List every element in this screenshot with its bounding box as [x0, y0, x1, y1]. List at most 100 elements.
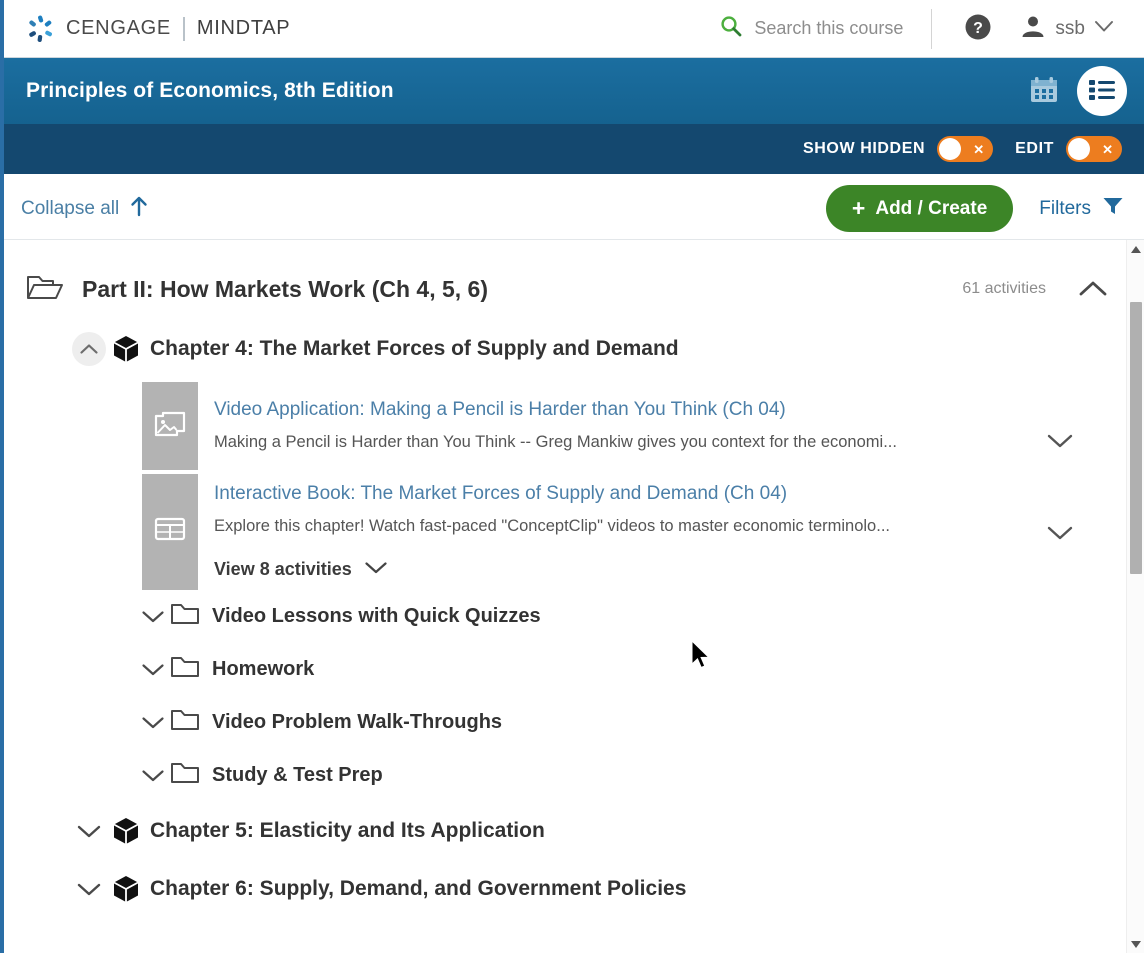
content-scrollbar[interactable] — [1126, 240, 1144, 953]
module-cube-icon — [112, 816, 140, 846]
folder-row[interactable]: Video Problem Walk-Throughs — [4, 696, 1126, 749]
folder-row[interactable]: Study & Test Prep — [4, 749, 1126, 802]
activity-expand-toggle[interactable] — [1046, 524, 1074, 547]
module-cube-icon — [112, 874, 140, 904]
chapter-row-5[interactable]: Chapter 5: Elasticity and Its Applicatio… — [4, 802, 1126, 860]
activity-description: Explore this chapter! Watch fast-paced "… — [214, 517, 1126, 537]
scroll-down-arrow-icon[interactable] — [1127, 935, 1144, 953]
content-scroll-area: Part II: How Markets Work (Ch 4, 5, 6) 6… — [4, 240, 1126, 953]
folder-title: Homework — [212, 658, 314, 681]
chapter-4-title: Chapter 4: The Market Forces of Supply a… — [150, 337, 679, 361]
activity-card-interactive-book[interactable]: Interactive Book: The Market Forces of S… — [142, 474, 1126, 590]
add-create-label: Add / Create — [875, 198, 987, 220]
brand-mindtap: MINDTAP — [197, 17, 290, 40]
show-hidden-toggle[interactable]: SHOW HIDDEN ✕ — [803, 136, 993, 162]
brand-text: CENGAGE MINDTAP — [66, 17, 290, 41]
folder-row[interactable]: Video Lessons with Quick Quizzes — [4, 590, 1126, 643]
chapter-4-collapse-toggle[interactable] — [72, 332, 106, 366]
add-create-button[interactable]: + Add / Create — [826, 185, 1013, 232]
folder-icon — [170, 760, 200, 791]
funnel-icon — [1102, 196, 1124, 221]
list-view-button[interactable] — [1077, 66, 1127, 116]
module-cube-icon — [112, 334, 140, 364]
open-folder-icon — [26, 272, 64, 307]
activity-thumbnail — [142, 382, 198, 470]
view-activities-button[interactable]: View 8 activities — [214, 559, 1126, 580]
folder-title: Study & Test Prep — [212, 764, 383, 787]
page-title: Principles of Economics, 8th Edition — [26, 79, 394, 103]
folder-icon — [170, 707, 200, 738]
folder-expand-toggle[interactable] — [136, 652, 170, 686]
part-title: Part II: How Markets Work (Ch 4, 5, 6) — [82, 276, 488, 303]
folder-expand-toggle[interactable] — [136, 758, 170, 792]
cengage-logo-icon — [26, 14, 56, 44]
activity-title-link[interactable]: Video Application: Making a Pencil is Ha… — [214, 400, 1126, 421]
activity-body: Video Application: Making a Pencil is Ha… — [198, 382, 1126, 470]
help-button[interactable]: ? — [964, 13, 992, 44]
course-title-bar: Principles of Economics, 8th Edition — [4, 58, 1144, 124]
question-mark-circle-icon: ? — [964, 13, 992, 44]
part-activities-count: 61 activities — [962, 280, 1046, 298]
activity-thumbnail — [142, 474, 198, 590]
edit-switch[interactable]: ✕ — [1066, 136, 1122, 162]
folder-expand-toggle[interactable] — [136, 705, 170, 739]
folder-expand-toggle[interactable] — [136, 599, 170, 633]
course-actions — [1029, 66, 1144, 116]
part-row[interactable]: Part II: How Markets Work (Ch 4, 5, 6) 6… — [4, 258, 1126, 320]
brand-divider — [183, 17, 185, 41]
folder-icon — [170, 601, 200, 632]
view-activities-label: View 8 activities — [214, 559, 352, 580]
list-view-icon — [1088, 78, 1116, 105]
user-menu[interactable]: ssb — [1020, 13, 1144, 44]
content-toolbar: Collapse all + Add / Create Filters — [4, 174, 1144, 244]
chapter-row-6[interactable]: Chapter 6: Supply, Demand, and Governmen… — [4, 860, 1126, 918]
activity-description: Making a Pencil is Harder than You Think… — [214, 433, 1126, 453]
edit-label: EDIT — [1015, 140, 1054, 158]
chevron-down-icon — [364, 559, 388, 580]
folder-row[interactable]: Homework — [4, 643, 1126, 696]
toggle-bar: SHOW HIDDEN ✕ EDIT ✕ — [4, 124, 1144, 174]
plus-icon: + — [852, 197, 865, 220]
chapter-6-title: Chapter 6: Supply, Demand, and Governmen… — [150, 877, 686, 901]
filters-button[interactable]: Filters — [1039, 196, 1124, 221]
toolbar-right-group: + Add / Create Filters — [826, 185, 1144, 232]
book-thumbnail-icon — [154, 516, 186, 547]
switch-knob — [1068, 138, 1090, 160]
search-input[interactable]: Search this course — [720, 15, 931, 42]
activity-title-link[interactable]: Interactive Book: The Market Forces of S… — [214, 484, 1126, 505]
search-placeholder-text: Search this course — [754, 18, 903, 39]
avatar-icon — [1020, 13, 1046, 44]
folder-icon — [170, 654, 200, 685]
top-right-group: Search this course ? ssb — [720, 0, 1144, 57]
calendar-button[interactable] — [1029, 76, 1059, 107]
folder-title: Video Lessons with Quick Quizzes — [212, 605, 541, 628]
user-name-label: ssb — [1055, 18, 1085, 40]
scrollbar-thumb[interactable] — [1130, 302, 1142, 574]
scroll-up-arrow-icon[interactable] — [1127, 240, 1144, 258]
close-icon: ✕ — [973, 143, 984, 156]
brand-logo-group[interactable]: CENGAGE MINDTAP — [26, 14, 290, 44]
mindtap-app: CENGAGE MINDTAP Search this course — [0, 0, 1144, 953]
course-content-panel: Part II: How Markets Work (Ch 4, 5, 6) 6… — [4, 239, 1144, 953]
show-hidden-switch[interactable]: ✕ — [937, 136, 993, 162]
calendar-icon — [1029, 76, 1059, 107]
brand-cengage: CENGAGE — [66, 17, 171, 40]
chapter-5-expand-toggle[interactable] — [72, 814, 106, 848]
collapse-all-button[interactable]: Collapse all — [21, 195, 148, 222]
filters-label: Filters — [1039, 198, 1091, 220]
top-divider — [931, 9, 932, 49]
chapter-5-title: Chapter 5: Elasticity and Its Applicatio… — [150, 819, 545, 843]
part-collapse-toggle[interactable] — [1076, 272, 1110, 306]
collapse-all-label: Collapse all — [21, 198, 119, 220]
chapter-6-expand-toggle[interactable] — [72, 872, 106, 906]
edit-toggle[interactable]: EDIT ✕ — [1015, 136, 1122, 162]
show-hidden-label: SHOW HIDDEN — [803, 140, 925, 158]
activity-expand-toggle[interactable] — [1046, 432, 1074, 455]
activity-body: Interactive Book: The Market Forces of S… — [198, 474, 1126, 590]
arrow-up-icon — [130, 195, 148, 222]
top-utility-bar: CENGAGE MINDTAP Search this course — [4, 0, 1144, 58]
close-icon: ✕ — [1102, 143, 1113, 156]
activity-card-video-application[interactable]: Video Application: Making a Pencil is Ha… — [142, 382, 1126, 470]
switch-knob — [939, 138, 961, 160]
chapter-row-4[interactable]: Chapter 4: The Market Forces of Supply a… — [4, 320, 1126, 378]
